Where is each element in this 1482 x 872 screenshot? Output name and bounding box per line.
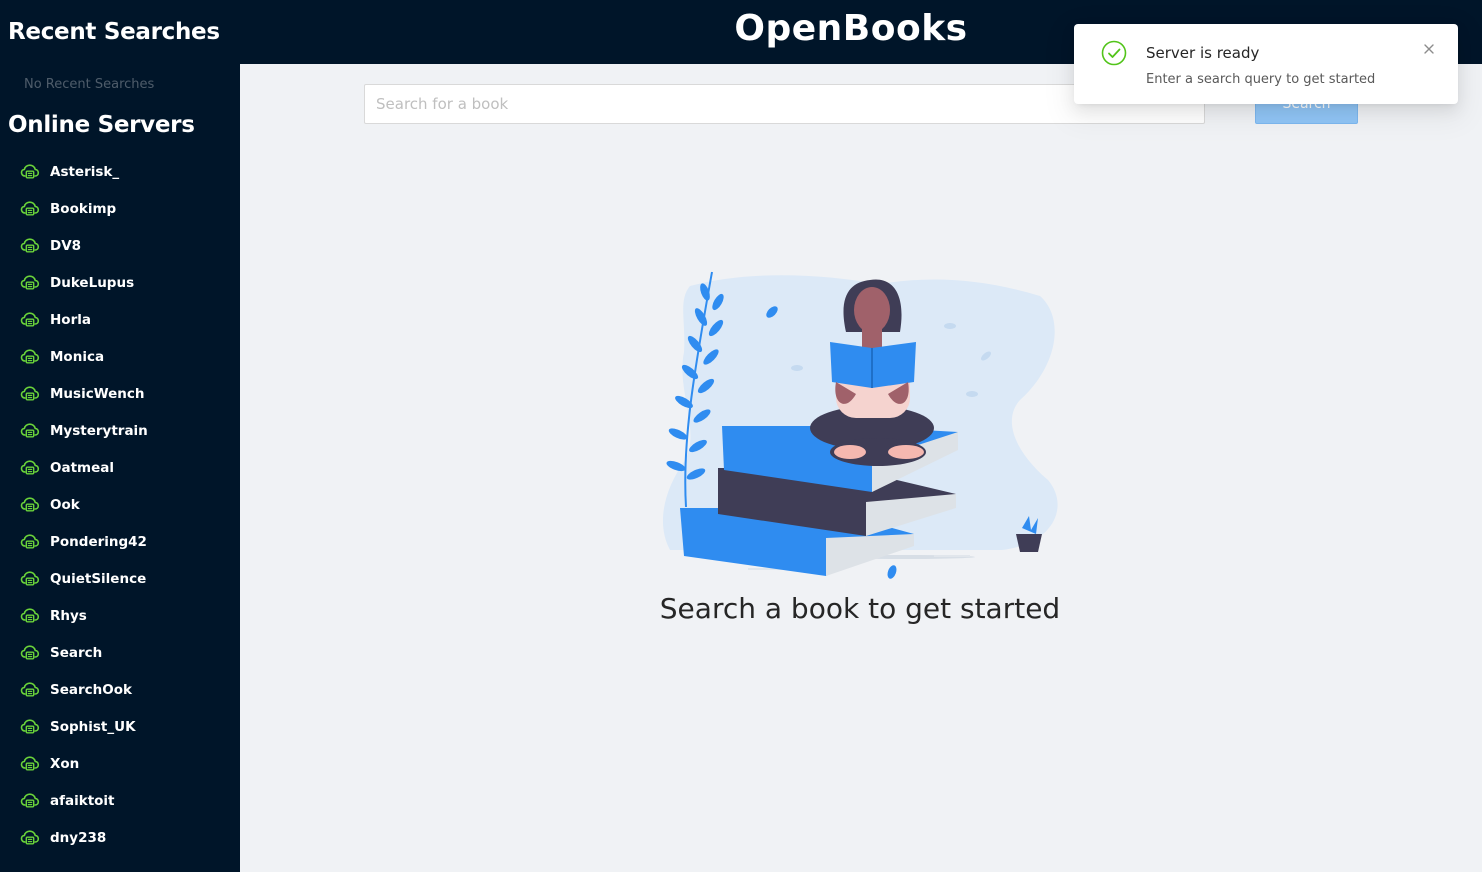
cloud-server-icon [20, 755, 40, 770]
cloud-server-icon [20, 792, 40, 807]
cloud-server-icon [20, 570, 40, 585]
cloud-server-icon [20, 533, 40, 548]
cloud-server-icon [20, 422, 40, 437]
server-item[interactable]: DV8 [0, 227, 240, 264]
cloud-server-icon [20, 681, 40, 696]
close-icon[interactable] [1422, 42, 1436, 56]
cloud-server-icon [20, 459, 40, 474]
server-item[interactable]: Bookimp [0, 190, 240, 227]
server-label: DukeLupus [50, 274, 135, 291]
cloud-server-icon [20, 311, 40, 326]
empty-state-text: Search a book to get started [659, 592, 1061, 625]
server-label: Oatmeal [50, 459, 114, 476]
server-label: Mysterytrain [50, 422, 148, 439]
server-item[interactable]: Oatmeal [0, 449, 240, 486]
server-label: Ook [50, 496, 80, 513]
server-label: afaiktoit [50, 792, 115, 809]
server-label: Bookimp [50, 200, 117, 217]
server-item[interactable]: Rhys [0, 597, 240, 634]
server-label: SearchOok [50, 681, 132, 698]
server-list: Asterisk_ Bookimp DV8 DukeLupus Horla Monica M… [0, 153, 240, 856]
cloud-server-icon [20, 718, 40, 733]
server-item[interactable]: Horla [0, 301, 240, 338]
server-item[interactable]: DukeLupus [0, 264, 240, 301]
server-item[interactable]: afaiktoit [0, 782, 240, 819]
server-label: Rhys [50, 607, 87, 624]
server-label: Monica [50, 348, 105, 365]
server-label: Xon [50, 755, 80, 772]
recent-searches-heading: Recent Searches [8, 19, 220, 45]
server-label: Pondering42 [50, 533, 147, 550]
server-label: MusicWench [50, 385, 145, 402]
check-circle-icon [1101, 40, 1127, 66]
server-label: Asterisk_ [50, 163, 120, 180]
server-item[interactable]: Sophist_UK [0, 708, 240, 745]
server-item[interactable]: Search [0, 634, 240, 671]
server-label: Sophist_UK [50, 718, 136, 735]
server-label: QuietSilence [50, 570, 147, 587]
cloud-server-icon [20, 496, 40, 511]
server-label: dny238 [50, 829, 107, 846]
cloud-server-icon [20, 607, 40, 622]
cloud-server-icon [20, 237, 40, 252]
server-item[interactable]: SearchOok [0, 671, 240, 708]
server-item[interactable]: Pondering42 [0, 523, 240, 560]
server-label: DV8 [50, 237, 82, 254]
notification-title: Server is ready [1146, 44, 1260, 62]
server-item[interactable]: MusicWench [0, 375, 240, 412]
server-label: Search [50, 644, 103, 661]
cloud-server-icon [20, 274, 40, 289]
server-item[interactable]: dny238 [0, 819, 240, 856]
server-item[interactable]: Monica [0, 338, 240, 375]
server-label: Horla [50, 311, 91, 328]
no-recent-searches-text: No Recent Searches [24, 77, 155, 92]
notification-toast: Server is ready Enter a search query to … [1074, 24, 1458, 104]
server-item[interactable]: Asterisk_ [0, 153, 240, 190]
server-item[interactable]: QuietSilence [0, 560, 240, 597]
cloud-server-icon [20, 829, 40, 844]
cloud-server-icon [20, 200, 40, 215]
server-item[interactable]: Ook [0, 486, 240, 523]
sidebar: Recent Searches No Recent Searches Onlin… [0, 0, 240, 872]
online-servers-heading: Online Servers [8, 112, 195, 138]
cloud-server-icon [20, 385, 40, 400]
server-item[interactable]: Xon [0, 745, 240, 782]
reading-illustration [662, 271, 1058, 579]
server-item[interactable]: Mysterytrain [0, 412, 240, 449]
cloud-server-icon [20, 348, 40, 363]
notification-description: Enter a search query to get started [1146, 72, 1376, 87]
cloud-server-icon [20, 163, 40, 178]
cloud-server-icon [20, 644, 40, 659]
